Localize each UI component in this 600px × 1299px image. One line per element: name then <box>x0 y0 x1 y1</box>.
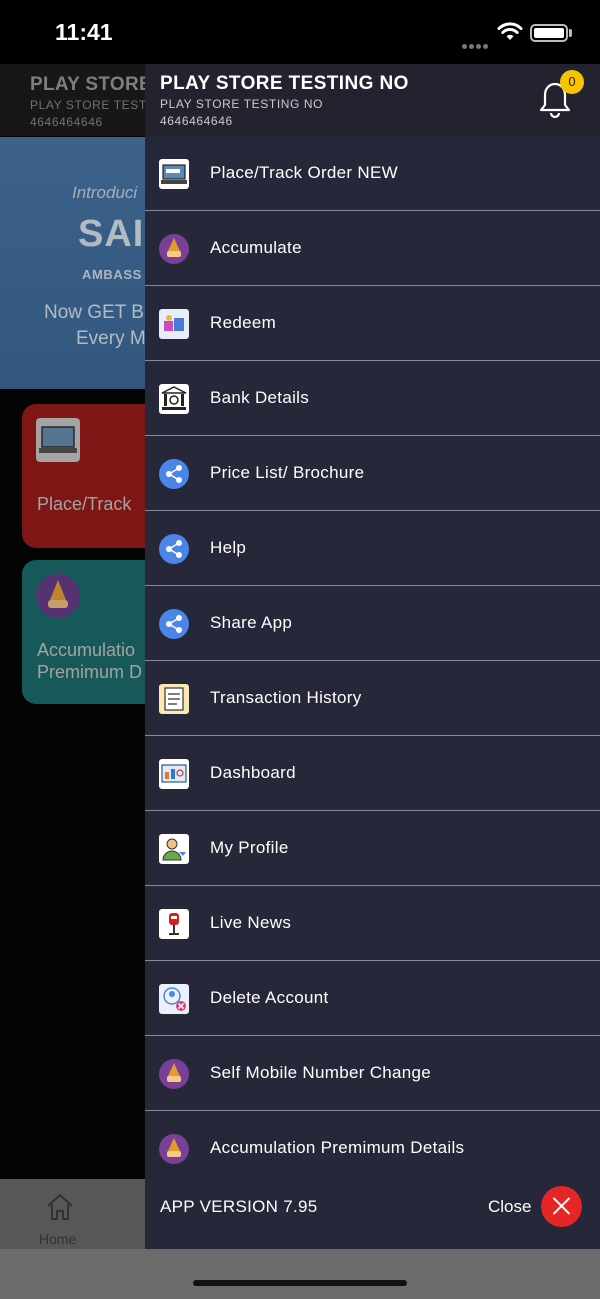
bank-icon <box>159 384 189 414</box>
menu-item-transaction-history[interactable]: Transaction History <box>145 661 600 736</box>
microphone-icon <box>159 909 189 939</box>
menu-item-label: Accumulation Premimum Details <box>210 1138 465 1157</box>
wizard-icon <box>159 1059 189 1089</box>
laptop-icon <box>159 159 189 189</box>
gift-icon <box>159 309 189 339</box>
app-version: APP VERSION 7.95 <box>160 1197 318 1216</box>
menu-item-label: Help <box>210 538 247 557</box>
status-bar: 11:41 <box>0 0 600 64</box>
menu-item-label: Dashboard <box>210 763 296 782</box>
battery-icon <box>530 24 568 42</box>
menu-item-label: Place/Track Order NEW <box>210 163 398 182</box>
menu-item-label: Self Mobile Number Change <box>210 1063 432 1082</box>
notification-badge: 0 <box>560 70 584 94</box>
menu-item-share-app[interactable]: Share App <box>145 586 600 661</box>
menu-item-live-news[interactable]: Live News <box>145 886 600 961</box>
menu-item-redeem[interactable]: Redeem <box>145 286 600 361</box>
wizard-icon <box>159 234 189 264</box>
side-drawer: PLAY STORE TESTING NO PLAY STORE TESTING… <box>145 64 600 1249</box>
drawer-user-subtitle: PLAY STORE TESTING NO <box>160 97 324 111</box>
menu-item-dashboard[interactable]: Dashboard <box>145 736 600 811</box>
menu-item-label: Bank Details <box>210 388 310 407</box>
close-icon[interactable] <box>541 1186 582 1227</box>
menu-item-accumulation-premimum-details[interactable]: Accumulation Premimum Details <box>145 1111 600 1186</box>
drawer-header: PLAY STORE TESTING NO PLAY STORE TESTING… <box>145 64 600 136</box>
home-indicator[interactable] <box>193 1280 407 1286</box>
share-icon <box>159 459 189 489</box>
menu-item-label: Price List/ Brochure <box>210 463 365 482</box>
menu-item-help[interactable]: Help <box>145 511 600 586</box>
menu-item-place-track-order[interactable]: Place/Track Order NEW <box>145 136 600 211</box>
drawer-user-name: PLAY STORE TESTING NO <box>160 73 409 94</box>
drawer-menu: Place/Track Order NEW Accumulate Redeem … <box>145 136 600 1186</box>
profile-edit-icon <box>159 834 189 864</box>
status-time: 11:41 <box>55 19 113 45</box>
menu-item-self-mobile-number-change[interactable]: Self Mobile Number Change <box>145 1036 600 1111</box>
share-icon <box>159 609 189 639</box>
cellular-signal-icon <box>462 36 490 49</box>
delete-user-icon <box>159 984 189 1014</box>
bottom-strip <box>0 1249 600 1299</box>
wizard-icon <box>159 1134 189 1164</box>
wifi-icon <box>497 22 523 40</box>
close-label[interactable]: Close <box>488 1197 531 1217</box>
dashboard-icon <box>159 759 189 789</box>
menu-item-label: Redeem <box>210 313 277 332</box>
menu-item-my-profile[interactable]: My Profile <box>145 811 600 886</box>
menu-item-label: Transaction History <box>210 688 362 707</box>
menu-item-label: My Profile <box>210 838 289 857</box>
drawer-user-phone: 4646464646 <box>160 114 233 128</box>
battery-tip <box>569 29 572 37</box>
menu-item-label: Share App <box>210 613 293 632</box>
menu-item-label: Live News <box>210 913 292 932</box>
menu-item-label: Delete Account <box>210 988 329 1007</box>
menu-item-price-list[interactable]: Price List/ Brochure <box>145 436 600 511</box>
share-icon <box>159 534 189 564</box>
menu-item-accumulate[interactable]: Accumulate <box>145 211 600 286</box>
drawer-footer: APP VERSION 7.95 Close <box>145 1184 600 1228</box>
history-icon <box>159 684 189 714</box>
menu-item-bank-details[interactable]: Bank Details <box>145 361 600 436</box>
menu-item-label: Accumulate <box>210 238 302 257</box>
menu-item-delete-account[interactable]: Delete Account <box>145 961 600 1036</box>
